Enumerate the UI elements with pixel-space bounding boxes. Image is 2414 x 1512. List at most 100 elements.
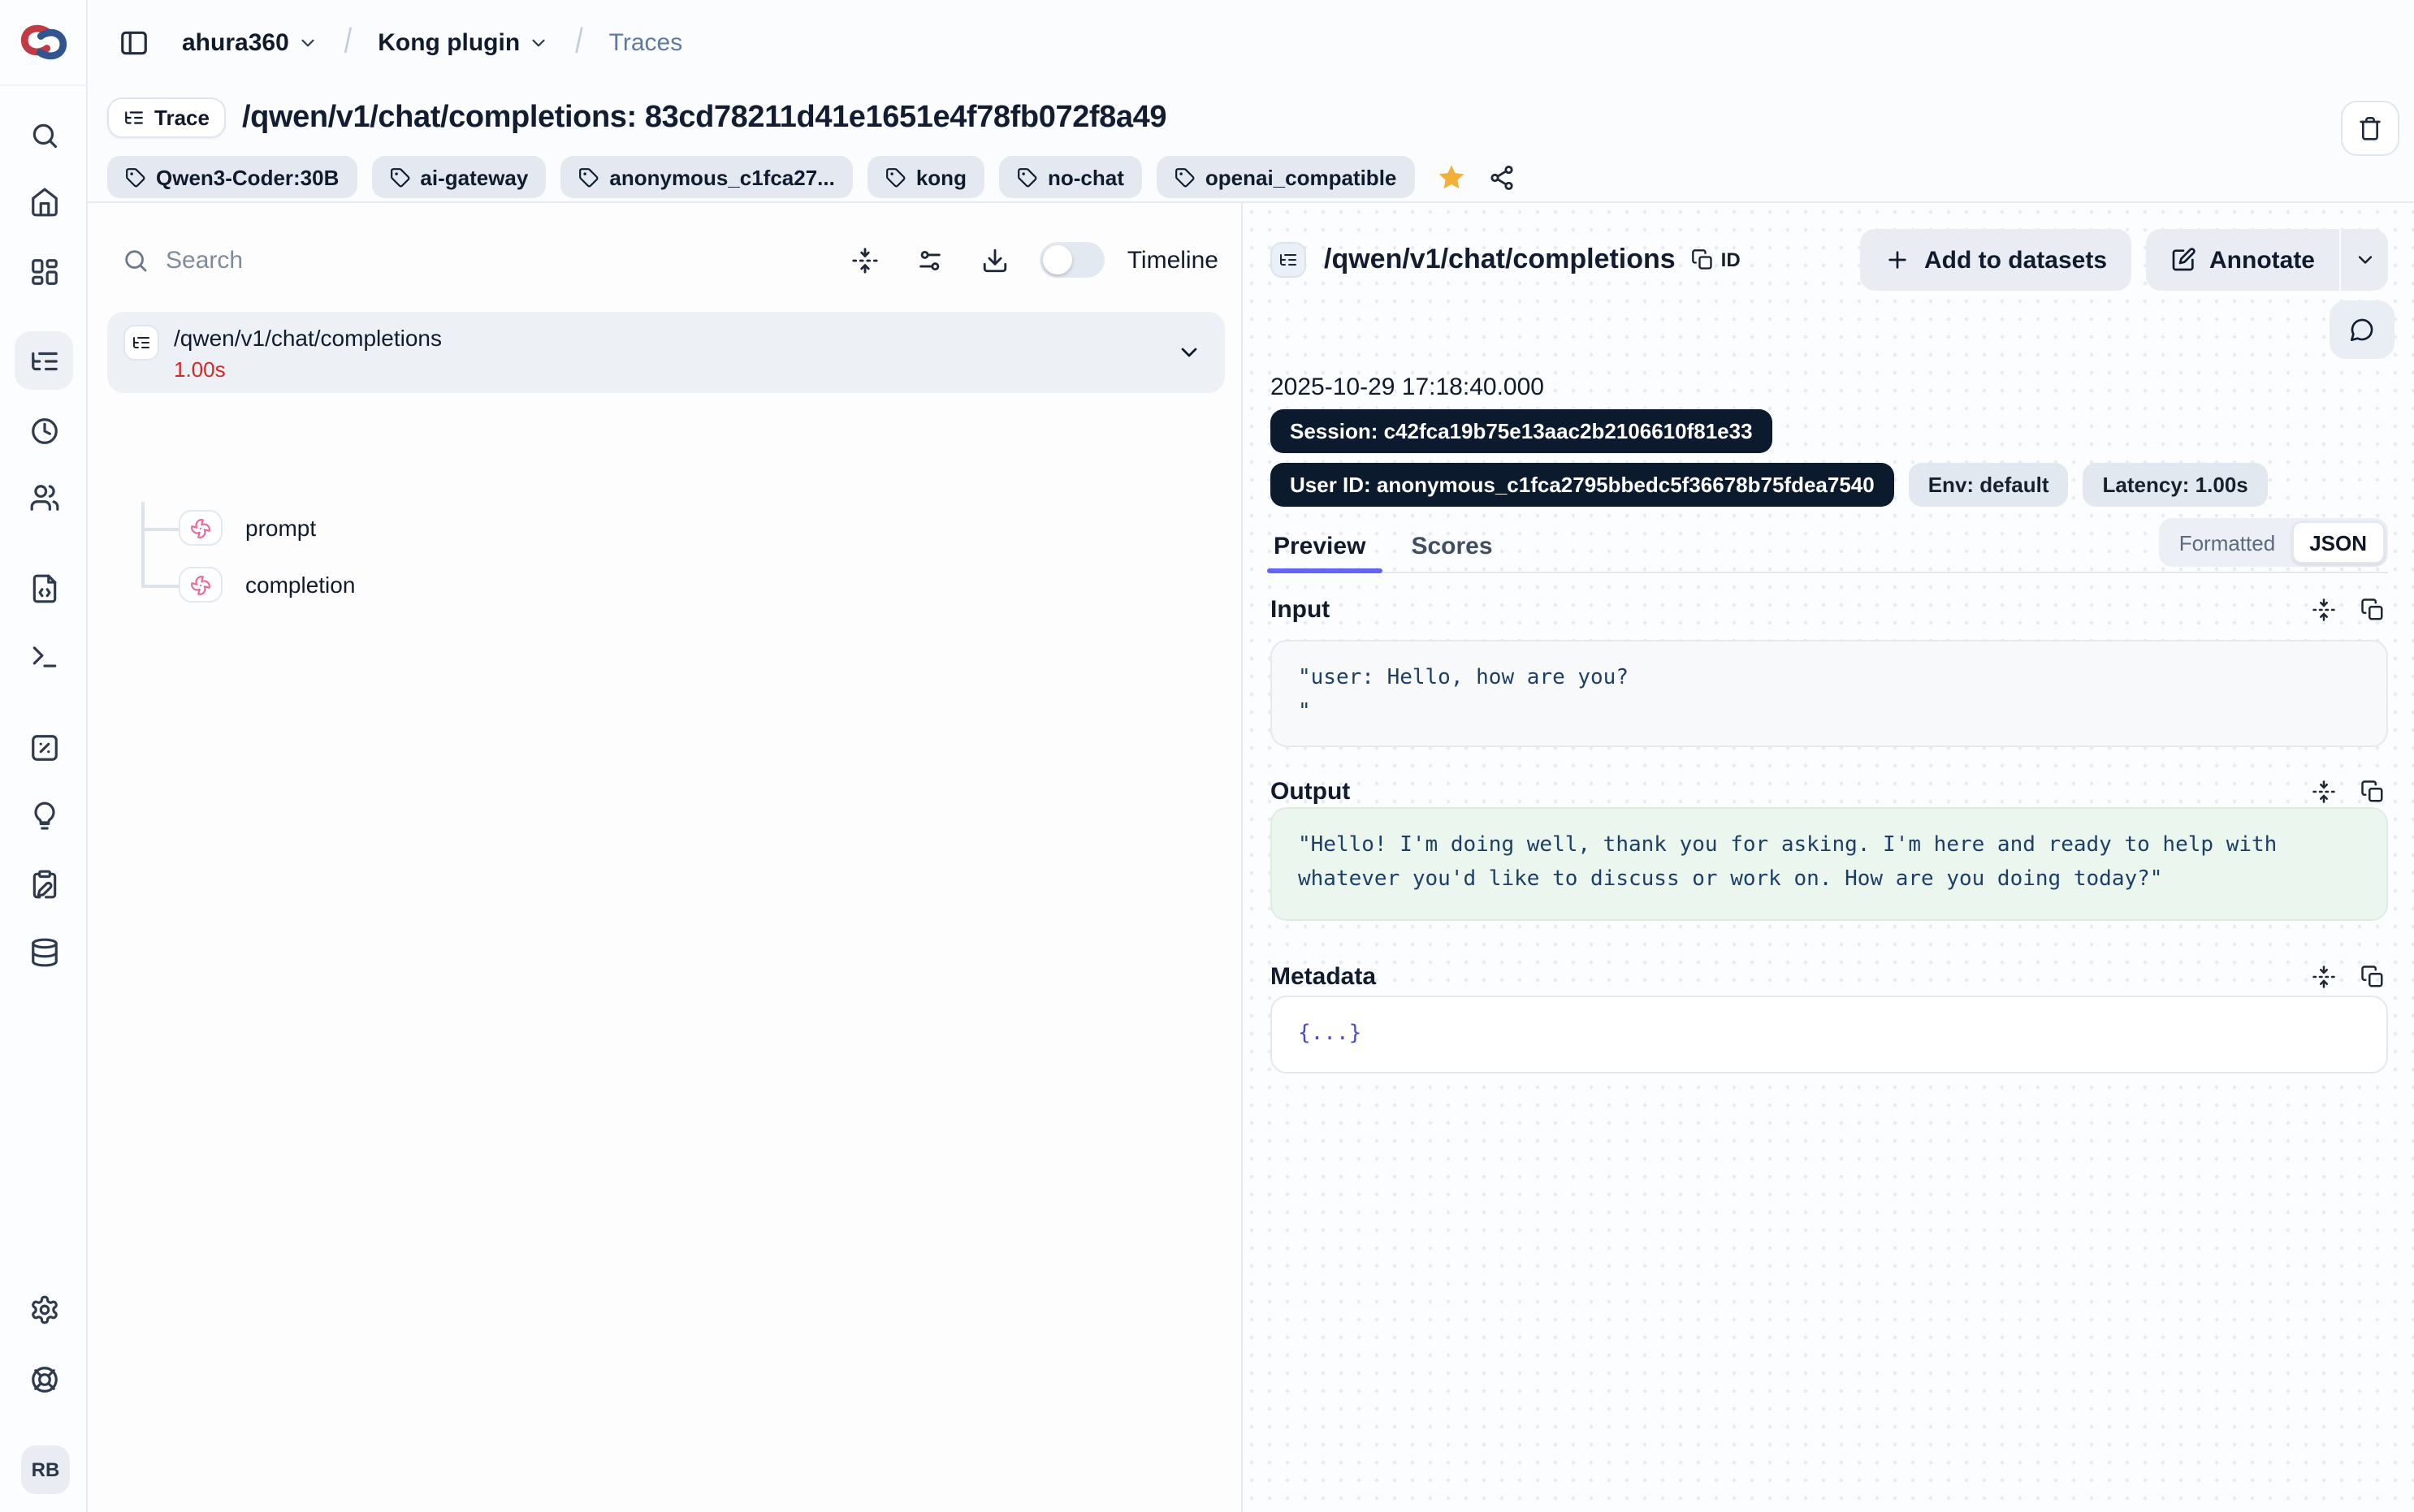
env-badge: Env: default bbox=[1909, 463, 2069, 507]
breadcrumb-page-label: Traces bbox=[609, 28, 683, 56]
tag-pill[interactable]: Qwen3-Coder:30B bbox=[107, 156, 357, 198]
collapse-input-button[interactable] bbox=[2307, 593, 2339, 625]
breadcrumb-org-dropdown[interactable]: ahura360 bbox=[172, 22, 328, 63]
chevron-down-icon bbox=[528, 32, 549, 53]
support-lifebuoy-icon bbox=[28, 1363, 59, 1394]
sliders-icon bbox=[917, 246, 945, 274]
sidebar-item-prompts[interactable] bbox=[15, 559, 73, 617]
trace-tree-icon bbox=[123, 107, 145, 128]
breadcrumb-project-dropdown[interactable]: Kong plugin bbox=[368, 22, 559, 63]
tag-pill[interactable]: anonymous_c1fca27... bbox=[560, 156, 852, 198]
sidebar-item-support[interactable] bbox=[15, 1350, 73, 1408]
delete-trace-button[interactable] bbox=[2341, 101, 2399, 156]
sidebar-item-users[interactable] bbox=[15, 468, 73, 526]
metadata-section-header: Metadata bbox=[1270, 960, 2388, 992]
tag-label: Qwen3-Coder:30B bbox=[156, 165, 339, 189]
tag-pill[interactable]: no-chat bbox=[999, 156, 1142, 198]
breadcrumb-page-link[interactable]: Traces bbox=[599, 22, 693, 63]
settings-gear-icon bbox=[28, 1294, 59, 1324]
tab-scores[interactable]: Scores bbox=[1408, 520, 1495, 572]
breadcrumb-separator: / bbox=[565, 22, 592, 63]
tree-child-node-completion[interactable]: completion bbox=[179, 557, 1225, 612]
fold-vertical-icon bbox=[2311, 779, 2335, 803]
share-button[interactable] bbox=[1487, 163, 1515, 191]
sidebar-item-search[interactable] bbox=[15, 106, 73, 164]
collapse-metadata-button[interactable] bbox=[2307, 960, 2339, 992]
latency-badge: Latency: 1.00s bbox=[2083, 463, 2268, 507]
format-option-json[interactable]: JSON bbox=[2291, 521, 2385, 564]
tag-icon bbox=[578, 166, 599, 188]
collapse-output-button[interactable] bbox=[2307, 775, 2339, 807]
output-content[interactable]: "Hello! I'm doing well, thank you for as… bbox=[1270, 807, 2388, 921]
tag-list: Qwen3-Coder:30B ai-gateway anonymous_c1f… bbox=[107, 156, 1515, 198]
child-node-name: completion bbox=[245, 572, 355, 598]
input-section-title: Input bbox=[1270, 595, 1330, 623]
home-icon bbox=[28, 186, 59, 217]
tree-toolbar: Timeline bbox=[88, 221, 1241, 299]
app-logo[interactable] bbox=[19, 18, 68, 67]
annotate-dropdown-button[interactable] bbox=[2339, 229, 2388, 291]
breadcrumb-org-label: ahura360 bbox=[182, 28, 289, 56]
user-id-badge[interactable]: User ID: anonymous_c1fca2795bbedc5f36678… bbox=[1270, 463, 1894, 507]
sidebar-item-sessions[interactable] bbox=[15, 401, 73, 460]
sidebar-item-playground[interactable] bbox=[15, 627, 73, 685]
prompts-file-code-icon bbox=[28, 572, 59, 603]
tree-root-node[interactable]: /qwen/v1/chat/completions 1.00s bbox=[107, 312, 1225, 393]
output-section-title: Output bbox=[1270, 777, 1350, 805]
sidebar-item-evaluation[interactable] bbox=[15, 718, 73, 776]
trace-type-badge: Trace bbox=[107, 97, 226, 138]
sidebar-item-home[interactable] bbox=[15, 172, 73, 231]
share-icon bbox=[1487, 163, 1515, 191]
format-option-formatted[interactable]: Formatted bbox=[2163, 521, 2292, 564]
sidebar-item-datasets[interactable] bbox=[15, 922, 73, 981]
annotate-button[interactable]: Annotate bbox=[2146, 229, 2339, 291]
sessions-clock-icon bbox=[28, 415, 59, 446]
trace-tree-icon bbox=[1278, 250, 1298, 270]
copy-icon bbox=[2360, 779, 2384, 803]
trace-tree: /qwen/v1/chat/completions 1.00s prompt bbox=[107, 312, 1225, 637]
input-content[interactable]: "user: Hello, how are you? " bbox=[1270, 640, 2388, 747]
copy-metadata-button[interactable] bbox=[2356, 960, 2388, 992]
tag-pill[interactable]: kong bbox=[867, 156, 984, 198]
tree-child-node-prompt[interactable]: prompt bbox=[179, 500, 1225, 555]
search-input[interactable] bbox=[166, 246, 825, 274]
user-avatar[interactable]: RB bbox=[21, 1445, 70, 1494]
metadata-content[interactable]: {...} bbox=[1270, 996, 2388, 1074]
sidebar-item-traces[interactable] bbox=[15, 331, 73, 390]
root-node-name: /qwen/v1/chat/completions bbox=[174, 323, 442, 352]
view-settings-button[interactable] bbox=[906, 235, 955, 284]
tab-preview[interactable]: Preview bbox=[1270, 520, 1369, 572]
add-to-datasets-label: Add to datasets bbox=[1924, 246, 2107, 274]
sidebar-toggle-button[interactable] bbox=[107, 16, 159, 68]
tag-pill[interactable]: ai-gateway bbox=[371, 156, 546, 198]
sidebar-item-settings[interactable] bbox=[15, 1280, 73, 1338]
trace-header: Trace /qwen/v1/chat/completions: 83cd782… bbox=[88, 84, 2414, 203]
timeline-toggle[interactable] bbox=[1040, 242, 1105, 278]
input-section-header: Input bbox=[1270, 593, 2388, 625]
timeline-label: Timeline bbox=[1127, 246, 1218, 274]
add-to-datasets-button[interactable]: Add to datasets bbox=[1861, 229, 2131, 291]
sidebar: RB bbox=[0, 0, 88, 1512]
tag-pill[interactable]: openai_compatible bbox=[1157, 156, 1415, 198]
bookmark-star-button[interactable] bbox=[1435, 162, 1466, 192]
copy-output-button[interactable] bbox=[2356, 775, 2388, 807]
pen-square-icon bbox=[2170, 247, 2196, 273]
sidebar-item-insights[interactable] bbox=[15, 786, 73, 845]
collapse-node-button[interactable] bbox=[1176, 339, 1202, 365]
download-button[interactable] bbox=[971, 235, 1020, 284]
copy-icon bbox=[2360, 597, 2384, 621]
topbar: ahura360 / Kong plugin / Traces bbox=[88, 0, 2414, 84]
id-label: ID bbox=[1721, 248, 1741, 271]
insights-lightbulb-icon bbox=[28, 800, 59, 831]
comments-button[interactable] bbox=[2330, 300, 2395, 359]
collapse-all-button[interactable] bbox=[841, 235, 890, 284]
sidebar-item-annotation[interactable] bbox=[15, 854, 73, 913]
copy-input-button[interactable] bbox=[2356, 593, 2388, 625]
sidebar-item-dashboards[interactable] bbox=[15, 242, 73, 300]
detail-actions: Add to datasets Annotate bbox=[1861, 229, 2388, 291]
copy-id-button[interactable]: ID bbox=[1692, 248, 1741, 271]
fold-vertical-icon bbox=[2311, 964, 2335, 988]
session-badge[interactable]: Session: c42fca19b75e13aac2b2106610f81e3… bbox=[1270, 409, 1772, 453]
event-fan-icon bbox=[190, 517, 211, 538]
fold-vertical-icon bbox=[852, 246, 880, 274]
